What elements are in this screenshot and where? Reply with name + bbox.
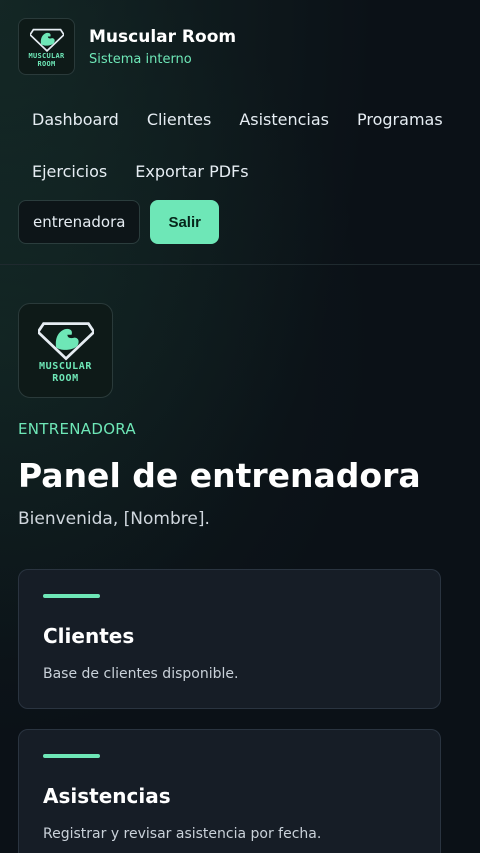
brand-row: MUSCULAR ROOM Muscular Room Sistema inte… bbox=[18, 18, 462, 75]
main-nav: Dashboard Clientes Asistencias Programas… bbox=[18, 93, 462, 197]
card-description: Registrar y revisar asistencia por fecha… bbox=[43, 826, 322, 842]
logo-text: MUSCULAR ROOM bbox=[28, 52, 64, 68]
card-accent-bar bbox=[43, 594, 100, 598]
role-eyebrow: ENTRENADORA bbox=[18, 420, 136, 438]
brand-logo[interactable]: MUSCULAR ROOM bbox=[18, 18, 75, 75]
brand-text: Muscular Room Sistema interno bbox=[89, 27, 236, 67]
page-title: Panel de entrenadora bbox=[18, 456, 421, 495]
nav-item-exportar-pdfs[interactable]: Exportar PDFs bbox=[121, 145, 262, 197]
flexed-arm-diamond-icon bbox=[37, 321, 94, 361]
logo-text-line1: MUSCULAR bbox=[28, 51, 65, 60]
nav-item-ejercicios[interactable]: Ejercicios bbox=[18, 145, 121, 197]
logo-text-line2: ROOM bbox=[37, 59, 56, 68]
nav-item-programas[interactable]: Programas bbox=[343, 93, 457, 145]
card-title: Clientes bbox=[43, 624, 135, 648]
logo-text: MUSCULAR ROOM bbox=[39, 361, 92, 385]
hero-logo: MUSCULAR ROOM bbox=[18, 303, 113, 398]
flexed-arm-diamond-icon bbox=[29, 28, 64, 52]
card-asistencias[interactable]: Asistencias Registrar y revisar asistenc… bbox=[18, 729, 441, 853]
brand-subtitle: Sistema interno bbox=[89, 51, 192, 67]
brand-name: Muscular Room bbox=[89, 26, 237, 47]
top-header: MUSCULAR ROOM Muscular Room Sistema inte… bbox=[0, 0, 480, 265]
page: MUSCULAR ROOM Muscular Room Sistema inte… bbox=[0, 0, 480, 853]
role-button[interactable]: entrenadora bbox=[18, 200, 141, 244]
card-accent-bar bbox=[43, 754, 100, 758]
card-title: Asistencias bbox=[43, 784, 171, 808]
header-actions: entrenadora Salir bbox=[18, 200, 462, 244]
card-clientes[interactable]: Clientes Base de clientes disponible. bbox=[18, 569, 441, 709]
logo-text-line1: MUSCULAR bbox=[39, 360, 92, 372]
welcome-text: Bienvenida, [Nombre]. bbox=[18, 509, 210, 529]
logout-button[interactable]: Salir bbox=[150, 200, 219, 244]
nav-item-dashboard[interactable]: Dashboard bbox=[18, 93, 133, 145]
card-description: Base de clientes disponible. bbox=[43, 666, 239, 682]
nav-item-asistencias[interactable]: Asistencias bbox=[225, 93, 343, 145]
main-content: MUSCULAR ROOM ENTRENADORA Panel de entre… bbox=[0, 265, 480, 853]
logo-text-line2: ROOM bbox=[52, 372, 79, 384]
nav-item-clientes[interactable]: Clientes bbox=[133, 93, 226, 145]
